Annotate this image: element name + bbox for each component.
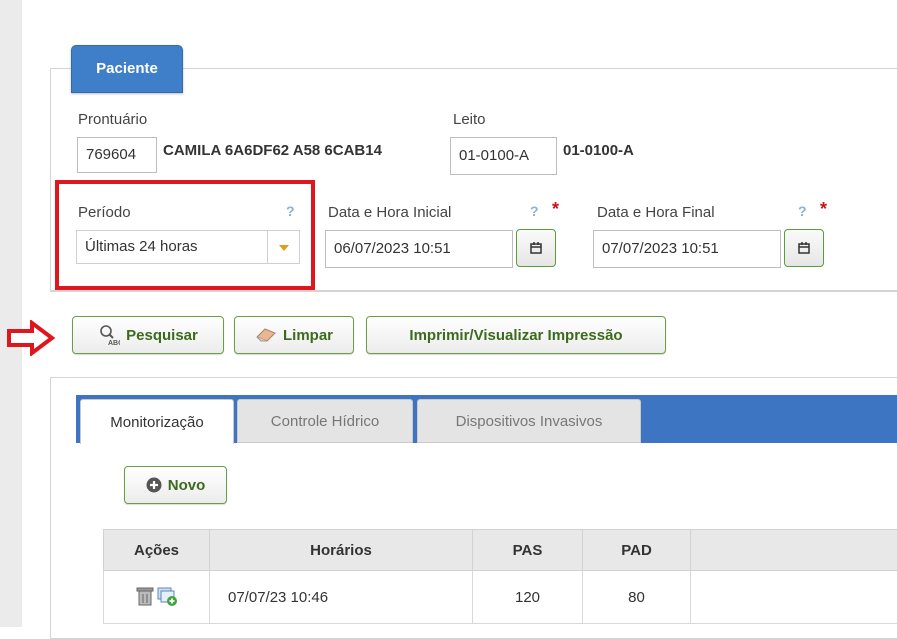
left-margin-strip [0, 0, 22, 627]
periodo-highlight-frame [55, 180, 315, 290]
row-pad: 80 [583, 571, 691, 624]
data-final-input[interactable]: 07/07/2023 10:51 [593, 230, 781, 268]
arrow-right-icon [6, 320, 56, 356]
data-final-label: Data e Hora Final [597, 204, 715, 221]
header-pas: PAS [473, 530, 583, 571]
tab-controle-hidrico[interactable]: Controle Hídrico [237, 399, 413, 443]
tab-monitorizacao[interactable]: Monitorização [80, 399, 234, 444]
patient-legend: Paciente [71, 45, 183, 93]
prontuario-label: Prontuário [78, 111, 147, 128]
header-pad: PAD [583, 530, 691, 571]
row-actions [104, 571, 210, 624]
tab-dispositivos-invasivos[interactable]: Dispositivos Invasivos [417, 399, 641, 443]
row-pas: 120 [473, 571, 583, 624]
table-header-row: Ações Horários PAS PAD [104, 530, 897, 571]
data-inicial-help-icon[interactable]: ? [530, 203, 539, 219]
monitorizacao-table: Ações Horários PAS PAD [103, 529, 897, 624]
plus-circle-icon [146, 477, 162, 493]
header-horarios: Horários [210, 530, 473, 571]
pesquisar-button[interactable]: ABC Pesquisar [72, 316, 224, 354]
calendar-icon[interactable] [784, 229, 824, 267]
edit-record-icon[interactable] [156, 585, 178, 607]
pesquisar-label: Pesquisar [126, 327, 198, 344]
data-final-required-mark: * [820, 199, 827, 220]
imprimir-visualizar-button[interactable]: Imprimir/Visualizar Impressão [366, 316, 666, 354]
leito-description: 01-0100-A [563, 142, 634, 159]
leito-label: Leito [453, 111, 486, 128]
prontuario-field[interactable]: 769604 [77, 137, 157, 173]
data-inicial-required-mark: * [552, 199, 559, 220]
imprimir-label: Imprimir/Visualizar Impressão [409, 327, 622, 344]
data-final-help-icon[interactable]: ? [798, 203, 807, 219]
search-abc-icon: ABC [98, 324, 120, 346]
novo-button[interactable]: Novo [124, 466, 227, 504]
leito-field[interactable]: 01-0100-A [450, 137, 557, 175]
table-row: 07/07/23 10:46 120 80 [104, 571, 897, 624]
section-divider [50, 290, 897, 291]
trash-icon[interactable] [136, 586, 154, 606]
eraser-icon [255, 327, 277, 343]
svg-text:ABC: ABC [108, 340, 120, 346]
novo-label: Novo [168, 477, 206, 494]
data-inicial-label: Data e Hora Inicial [328, 204, 451, 221]
limpar-button[interactable]: Limpar [234, 316, 354, 354]
data-inicial-input[interactable]: 06/07/2023 10:51 [325, 230, 513, 268]
row-horario: 07/07/23 10:46 [210, 571, 473, 624]
calendar-icon[interactable] [516, 229, 556, 267]
patient-name: CAMILA 6A6DF62 A58 6CAB14 [163, 142, 382, 159]
header-empty [691, 530, 897, 571]
header-acoes: Ações [104, 530, 210, 571]
row-empty [691, 571, 897, 624]
limpar-label: Limpar [283, 327, 333, 344]
